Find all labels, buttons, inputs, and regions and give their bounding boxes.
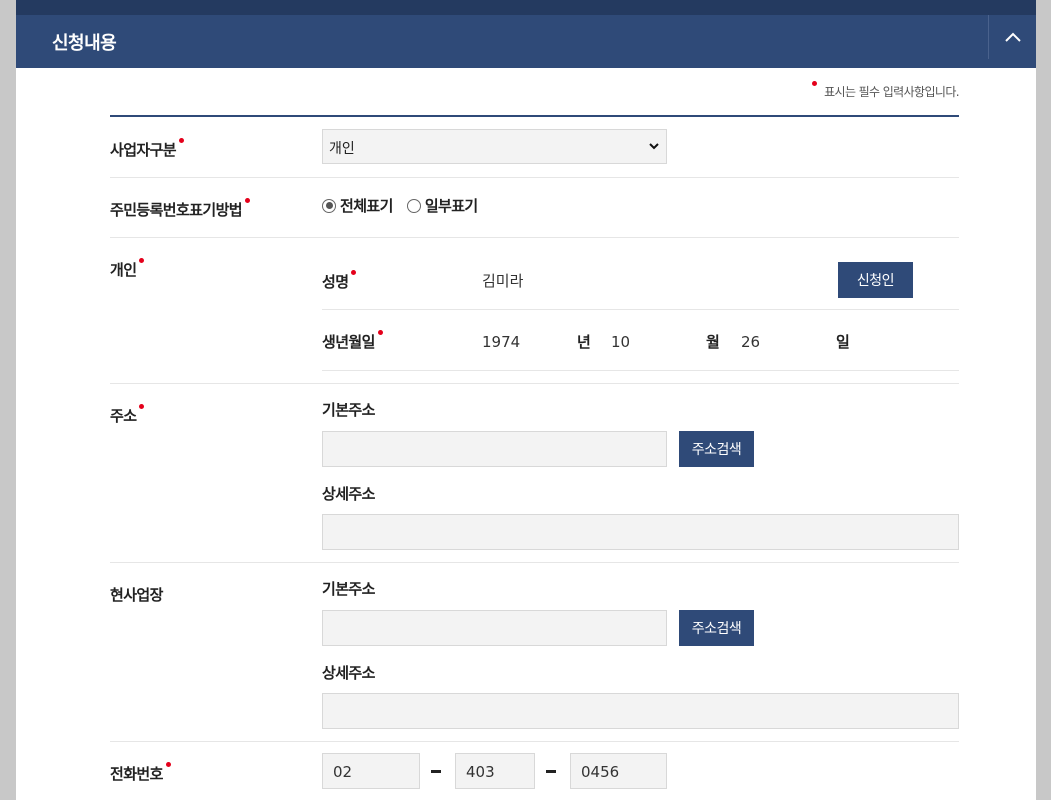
required-dot-icon: [165, 762, 171, 767]
site-detail-input[interactable]: [322, 693, 959, 729]
dash-separator: [431, 770, 441, 773]
rrn-display-options: 전체표기 일부표기: [322, 195, 492, 216]
sub-row-divider: [322, 370, 959, 371]
rrn-display-label: 주민등록번호표기방법: [110, 198, 251, 220]
day-unit-label: 일: [836, 333, 850, 351]
form-top-divider: [110, 115, 959, 117]
top-strip: [16, 0, 1036, 15]
address-basic-label: 기본주소: [322, 401, 375, 419]
required-dot-icon: [245, 198, 251, 203]
individual-label: 개인: [110, 258, 145, 280]
name-value: 김미라: [482, 272, 524, 290]
application-panel: 신청내용 표시는 필수 입력사항입니다. 사업자구분 개인 주민등록번호표기방법…: [16, 15, 1036, 800]
business-site-label: 현사업장: [110, 586, 163, 604]
required-dot-icon: [139, 258, 145, 263]
birth-year-value: 1974: [482, 333, 521, 351]
year-unit-label: 년: [577, 333, 591, 351]
site-basic-input[interactable]: [322, 610, 667, 646]
section-title: 신청내용: [52, 33, 117, 54]
required-note: 표시는 필수 입력사항입니다.: [812, 81, 960, 100]
collapse-button[interactable]: [988, 15, 1036, 59]
required-dot-icon: [139, 404, 145, 409]
row-divider: [110, 741, 959, 742]
site-address-search-button[interactable]: 주소검색: [679, 610, 754, 646]
required-dot-icon: [377, 330, 383, 335]
birth-day-value: 26: [741, 333, 761, 351]
row-divider: [110, 383, 959, 384]
sub-row-divider: [322, 309, 959, 310]
address-basic-input[interactable]: [322, 431, 667, 467]
chevron-up-icon: [1004, 32, 1021, 42]
birthdate-label: 생년월일: [322, 330, 383, 352]
section-header: 신청내용: [16, 15, 1036, 68]
business-type-select[interactable]: 개인: [322, 129, 667, 164]
address-detail-label: 상세주소: [322, 485, 375, 503]
address-detail-input[interactable]: [322, 514, 959, 550]
birth-month-value: 10: [611, 333, 631, 351]
row-divider: [110, 237, 959, 238]
phone-part2-input[interactable]: 403: [455, 753, 535, 789]
name-label: 성명: [322, 270, 357, 292]
row-divider: [110, 177, 959, 178]
phone-part1-input[interactable]: 02: [322, 753, 420, 789]
required-dot-icon: [351, 270, 357, 275]
radio-button[interactable]: [406, 198, 421, 213]
required-dot-icon: [812, 81, 818, 86]
address-search-button[interactable]: 주소검색: [679, 431, 754, 467]
radio-button-checked[interactable]: [322, 198, 336, 213]
phone-part3-input[interactable]: 0456: [570, 753, 667, 789]
row-divider: [110, 562, 959, 563]
phone-label: 전화번호: [110, 762, 171, 784]
site-basic-label: 기본주소: [322, 580, 375, 598]
address-label: 주소: [110, 404, 145, 426]
chevron-down-icon: [649, 143, 659, 150]
site-detail-label: 상세주소: [322, 664, 375, 682]
required-dot-icon: [179, 138, 185, 143]
month-unit-label: 월: [706, 333, 720, 351]
radio-full-display[interactable]: 전체표기: [322, 195, 393, 216]
dash-separator: [546, 770, 556, 773]
applicant-button[interactable]: 신청인: [838, 262, 913, 298]
radio-partial-display[interactable]: 일부표기: [406, 195, 478, 216]
business-type-label: 사업자구분: [110, 138, 185, 160]
